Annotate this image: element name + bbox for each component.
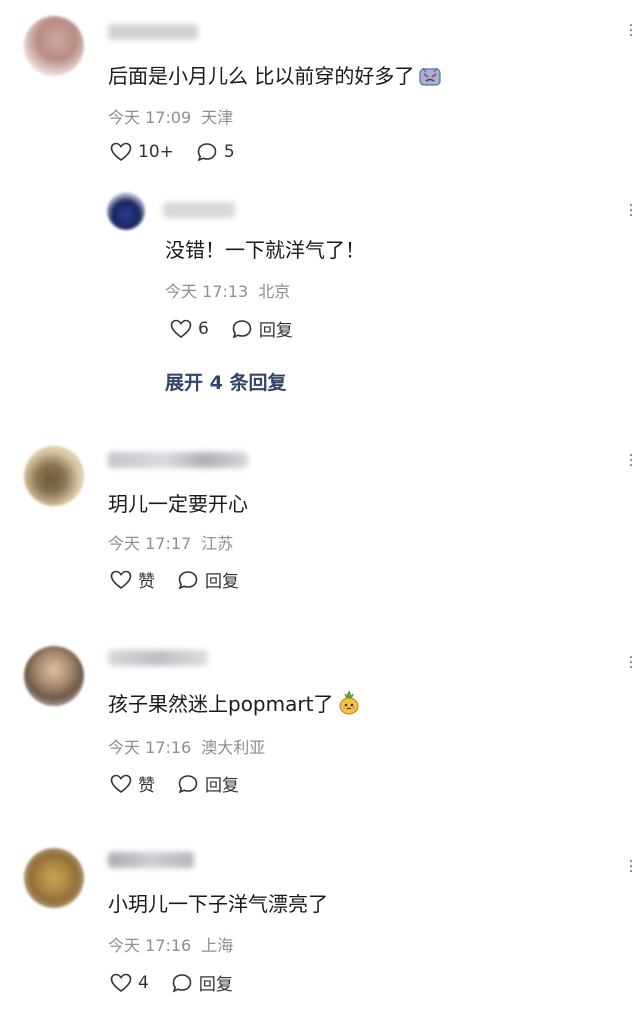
comment-meta: 今天 17:09 天津	[108, 104, 233, 128]
like-button[interactable]: 10+	[110, 142, 174, 162]
vertical-dots-icon[interactable]: · · ·	[628, 651, 634, 675]
like-button[interactable]: 赞	[110, 567, 155, 592]
reply-label: 回复	[198, 975, 233, 995]
like-label: 赞	[138, 776, 155, 796]
comment-actions: 赞 回复	[110, 567, 261, 592]
comment-location: 江苏	[201, 534, 234, 553]
comment-actions: 赞 回复	[110, 771, 261, 796]
comment-time: 今天 17:09	[108, 108, 192, 127]
pineapple-face-emoji	[337, 689, 361, 720]
like-label: 赞	[138, 572, 155, 592]
comment-actions: 10+ 5	[110, 142, 257, 162]
comment-time: 今天 17:16	[108, 738, 192, 757]
vertical-dots-icon[interactable]: · · ·	[628, 19, 634, 43]
comment-location: 天津	[201, 108, 234, 127]
vertical-dots-icon[interactable]: · · ·	[628, 855, 634, 879]
like-button[interactable]: 6	[170, 319, 209, 339]
heart-outline-icon	[110, 142, 132, 161]
speech-bubble-icon	[197, 143, 217, 162]
comment-time: 今天 17:17	[108, 534, 192, 553]
reply-button[interactable]: 回复	[177, 567, 239, 592]
comment-text: 孩子果然迷上popmart了	[108, 688, 361, 720]
comment-meta: 今天 17:16 上海	[108, 932, 233, 956]
reply-button[interactable]: 回复	[231, 316, 293, 341]
speech-bubble-icon	[178, 570, 198, 589]
reply-time: 今天 17:13	[165, 282, 249, 301]
comment-time: 今天 17:16	[108, 936, 192, 955]
avatar[interactable]	[24, 16, 84, 76]
reply-label: 回复	[258, 321, 293, 341]
comment-location: 澳大利亚	[201, 738, 266, 757]
heart-outline-icon	[110, 570, 132, 589]
reply-location: 北京	[258, 282, 291, 301]
reply-count: 5	[223, 142, 235, 162]
avatar[interactable]	[24, 646, 84, 706]
avatar[interactable]	[24, 446, 84, 506]
reply-actions: 6 回复	[170, 316, 315, 341]
like-button[interactable]: 赞	[110, 771, 155, 796]
expand-replies-link[interactable]: 展开 4 条回复	[165, 368, 286, 395]
comment-text-value: 后面是小月儿么 比以前穿的好多了	[108, 64, 415, 88]
comment-text: 小玥儿一下子洋气漂亮了	[108, 892, 328, 916]
like-button[interactable]: 4	[110, 973, 149, 993]
username-blurred[interactable]	[108, 24, 198, 40]
reply-label: 回复	[205, 572, 239, 592]
heart-outline-icon	[170, 319, 192, 338]
crying-face-emoji	[418, 65, 442, 92]
comment-text: 玥儿一定要开心	[108, 492, 248, 516]
vertical-dots-icon[interactable]: · · ·	[628, 199, 634, 223]
comment-text: 后面是小月儿么 比以前穿的好多了	[108, 60, 442, 92]
comment-meta: 今天 17:16 澳大利亚	[108, 734, 265, 758]
speech-bubble-icon	[178, 774, 198, 793]
like-count: 6	[198, 318, 209, 339]
reply-meta: 今天 17:13 北京	[165, 278, 290, 302]
reply-avatar[interactable]	[107, 192, 145, 230]
comment-location: 上海	[201, 936, 234, 955]
like-count: 4	[138, 972, 149, 993]
avatar[interactable]	[24, 848, 84, 908]
username-blurred[interactable]	[108, 852, 194, 868]
reply-button[interactable]: 回复	[177, 771, 239, 796]
reply-button[interactable]: 5	[196, 142, 235, 162]
comment-text-value: 孩子果然迷上popmart了	[108, 692, 334, 716]
heart-outline-icon	[110, 973, 132, 992]
vertical-dots-icon[interactable]: · · ·	[628, 449, 634, 473]
reply-button[interactable]: 回复	[171, 970, 233, 995]
speech-bubble-icon	[232, 319, 252, 338]
comment-actions: 4 回复	[110, 970, 255, 995]
speech-bubble-icon	[172, 973, 192, 992]
comment-meta: 今天 17:17 江苏	[108, 530, 233, 554]
like-count: 10+	[138, 142, 174, 162]
reply-label: 回复	[205, 776, 239, 796]
username-blurred[interactable]	[108, 650, 208, 666]
reply-text: 没错！一下就洋气了！	[165, 238, 365, 262]
username-blurred[interactable]	[108, 452, 248, 468]
heart-outline-icon	[110, 774, 132, 793]
reply-username-blurred[interactable]	[163, 202, 235, 218]
